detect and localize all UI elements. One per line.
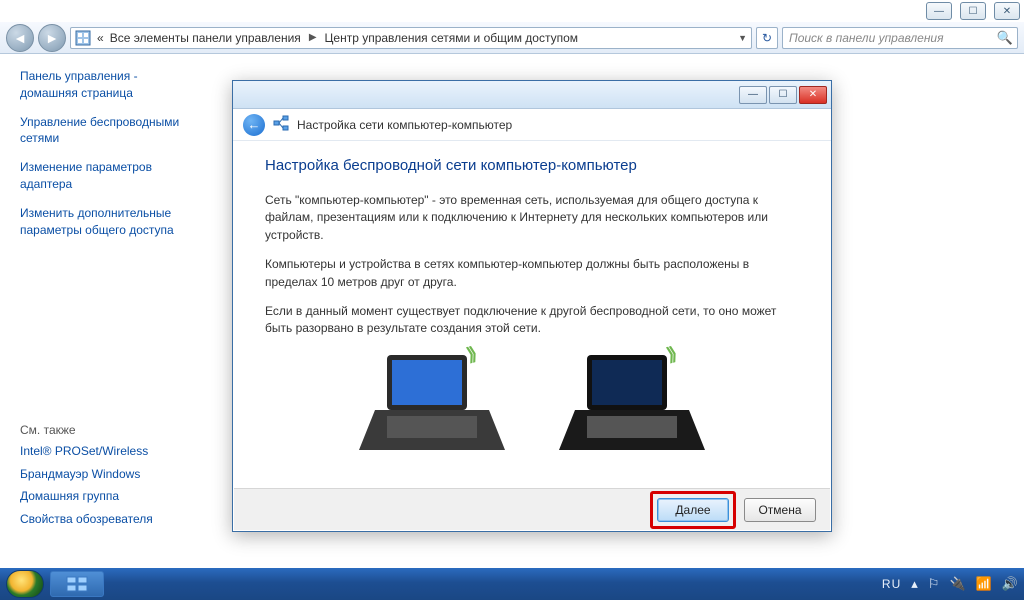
dialog-paragraph-3: Если в данный момент существует подключе… <box>265 303 799 338</box>
sidebar-link2-line1: Изменение параметров <box>20 160 152 174</box>
dialog-heading: Настройка беспроводной сети компьютер-ко… <box>265 157 799 174</box>
address-bar[interactable]: « Все элементы панели управления ▶ Центр… <box>70 27 752 49</box>
dialog-close-button[interactable]: ✕ <box>799 86 827 104</box>
sidebar-home-link[interactable]: Панель управления - домашняя страница <box>20 68 204 102</box>
sidebar-link2-line2: адаптера <box>20 177 72 191</box>
dialog-paragraph-2: Компьютеры и устройства в сетях компьюте… <box>265 256 799 291</box>
system-tray: RU ▴ ⚐ 🔌 📶 🔊 <box>882 576 1018 592</box>
dialog-header: ← Настройка сети компьютер-компьютер <box>233 109 831 141</box>
search-placeholder: Поиск в панели управления <box>789 31 944 45</box>
refresh-button[interactable]: ↻ <box>756 27 778 49</box>
breadcrumb-prefix: « <box>97 31 104 45</box>
dialog-body: Настройка беспроводной сети компьютер-ко… <box>233 141 831 468</box>
sidebar-sharing-link[interactable]: Изменить дополнительные параметры общего… <box>20 205 204 239</box>
dialog-maximize-button[interactable]: ☐ <box>769 86 797 104</box>
search-icon[interactable]: 🔍 <box>997 30 1013 46</box>
nav-forward-button[interactable]: ► <box>38 24 66 52</box>
language-indicator[interactable]: RU <box>882 577 901 591</box>
dialog-title: Настройка сети компьютер-компьютер <box>297 118 512 132</box>
wizard-dialog: — ☐ ✕ ← Настройка сети компьютер-компьют… <box>232 80 832 532</box>
taskbar-app-button[interactable] <box>50 571 104 597</box>
cancel-button[interactable]: Отмена <box>744 498 816 522</box>
tray-network-icon[interactable]: 📶 <box>976 576 992 592</box>
sidebar-link3-line1: Изменить дополнительные <box>20 206 171 220</box>
tray-power-icon[interactable]: 🔌 <box>949 576 965 592</box>
tray-chevron-icon[interactable]: ▴ <box>911 576 918 592</box>
sidebar-home-line1: Панель управления - <box>20 69 138 83</box>
dialog-footer: Далее Отмена <box>234 488 830 530</box>
control-panel-icon <box>75 30 91 46</box>
next-button[interactable]: Далее <box>657 498 729 522</box>
tray-volume-icon[interactable]: 🔊 <box>1002 576 1018 592</box>
highlight-box: Далее <box>650 491 736 529</box>
chevron-down-icon[interactable]: ▼ <box>738 33 747 43</box>
dialog-minimize-button[interactable]: — <box>739 86 767 104</box>
maximize-button[interactable]: ☐ <box>960 2 986 20</box>
illustration: ⟫ ⟫ <box>265 350 799 460</box>
sidebar: Панель управления - домашняя страница Уп… <box>0 54 216 568</box>
breadcrumb-1[interactable]: Все элементы панели управления <box>110 31 301 45</box>
see-also-browser-props[interactable]: Свойства обозревателя <box>20 511 210 528</box>
network-icon <box>273 115 289 134</box>
laptop-illustration-left: ⟫ <box>357 350 507 460</box>
see-also-homegroup[interactable]: Домашняя группа <box>20 488 210 505</box>
see-also-proset[interactable]: Intel® PROSet/Wireless <box>20 443 210 460</box>
dialog-paragraph-1: Сеть "компьютер-компьютер" - это временн… <box>265 192 799 244</box>
minimize-button[interactable]: — <box>926 2 952 20</box>
chevron-right-icon: ▶ <box>307 32 319 43</box>
sidebar-link1-line2: сетями <box>20 131 59 145</box>
sidebar-adapter-link[interactable]: Изменение параметров адаптера <box>20 159 204 193</box>
dialog-titlebar: — ☐ ✕ <box>233 81 831 109</box>
sidebar-link1-line1: Управление беспроводными <box>20 115 179 129</box>
tray-flag-icon[interactable]: ⚐ <box>928 576 940 592</box>
close-button[interactable]: ✕ <box>994 2 1020 20</box>
dialog-back-button[interactable]: ← <box>243 114 265 136</box>
sidebar-see-also: См. также Intel® PROSet/Wireless Брандма… <box>20 423 210 528</box>
sidebar-wireless-link[interactable]: Управление беспроводными сетями <box>20 114 204 148</box>
breadcrumb-2[interactable]: Центр управления сетями и общим доступом <box>325 31 579 45</box>
taskbar: RU ▴ ⚐ 🔌 📶 🔊 <box>0 568 1024 600</box>
sidebar-link3-line2: параметры общего доступа <box>20 223 174 237</box>
laptop-illustration-right: ⟫ <box>557 350 707 460</box>
sidebar-home-line2: домашняя страница <box>20 86 133 100</box>
nav-back-button[interactable]: ◄ <box>6 24 34 52</box>
see-also-firewall[interactable]: Брандмауэр Windows <box>20 466 210 483</box>
explorer-header: ◄ ► « Все элементы панели управления ▶ Ц… <box>0 22 1024 54</box>
start-button[interactable] <box>6 570 44 598</box>
search-input[interactable]: Поиск в панели управления 🔍 <box>782 27 1018 49</box>
see-also-header: См. также <box>20 423 210 437</box>
